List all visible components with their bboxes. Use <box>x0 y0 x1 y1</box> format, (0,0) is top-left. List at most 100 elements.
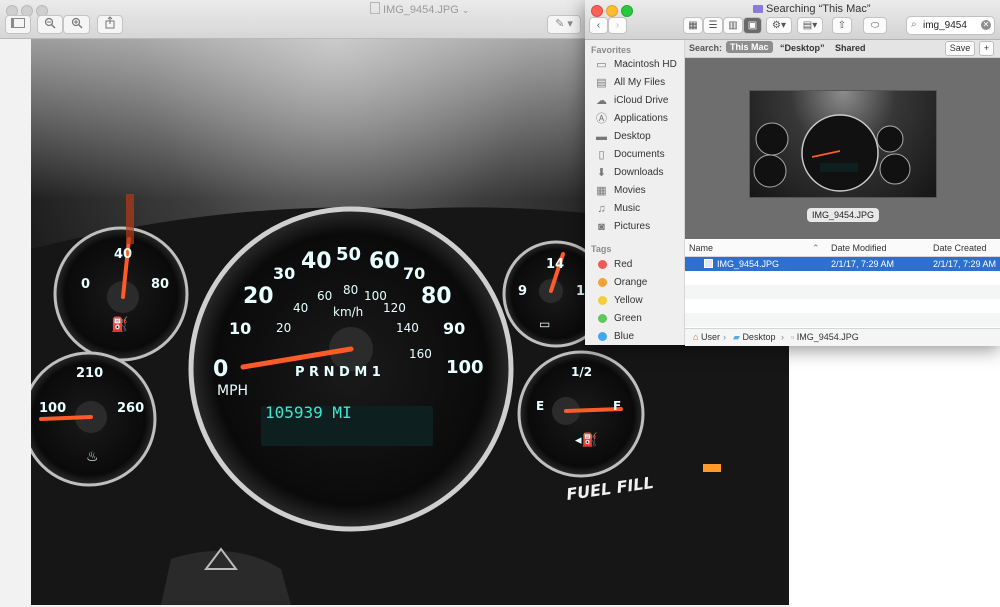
kmh-120: 120 <box>383 301 406 315</box>
scope-this-mac[interactable]: This Mac <box>726 41 773 53</box>
sidebar-item-macintosh-hd[interactable]: ▭ Macintosh HD <box>595 56 683 74</box>
oil-gauge-mid: 40 <box>114 247 133 262</box>
path-item-label: User <box>700 332 720 342</box>
sidebar-item-pictures[interactable]: ◙ Pictures <box>595 218 683 236</box>
chevron-right-icon: › <box>615 20 620 31</box>
arrange-menu-button[interactable]: ▤▾ <box>797 17 823 34</box>
sidebar-item-desktop[interactable]: ▬ Desktop <box>595 128 683 146</box>
zoom-out-button[interactable] <box>37 15 63 34</box>
columns-icon: ▥ <box>728 20 738 31</box>
desktop-icon: ▬ <box>596 131 607 143</box>
fuel-fill-label: FUEL FILL <box>565 472 655 505</box>
icon-view-button[interactable]: ▦ <box>683 17 703 34</box>
chevron-left-icon: ‹ <box>596 20 601 31</box>
markup-button[interactable]: ✎ ▾ <box>547 15 581 34</box>
share-button[interactable] <box>97 15 123 34</box>
sidebar-item-label: Orange <box>614 277 648 288</box>
close-button[interactable] <box>591 5 603 17</box>
sidebar-tag-yellow[interactable]: Yellow <box>595 292 683 310</box>
sidebar-tag-red[interactable]: Red <box>595 256 683 274</box>
column-header-date-modified[interactable]: Date Modified <box>831 243 887 253</box>
save-search-button[interactable]: Save <box>945 41 975 56</box>
sidebar-item-documents[interactable]: ▯ Documents <box>595 146 683 164</box>
cover-flow-button[interactable]: ▣ <box>743 17 762 34</box>
path-item-file[interactable]: ▫ IMG_9454.JPG <box>791 332 859 342</box>
sort-indicator-icon: ⌃ <box>812 243 820 253</box>
path-item-label: IMG_9454.JPG <box>796 332 859 342</box>
sidebar-tag-green[interactable]: Green <box>595 310 683 328</box>
home-icon: ⌂ <box>693 332 699 342</box>
speed-80: 80 <box>421 284 452 309</box>
pictures-icon: ◙ <box>598 221 605 233</box>
sidebar-item-movies[interactable]: ▦ Movies <box>595 182 683 200</box>
sidebar-icon <box>11 18 25 28</box>
smart-folder-icon <box>753 5 763 13</box>
empty-row <box>685 285 1000 299</box>
coolant-icon: ♨ <box>86 449 99 465</box>
action-menu-button[interactable]: ⚙▾ <box>766 17 792 34</box>
kmh-80: 80 <box>343 283 359 297</box>
table-row[interactable]: IMG_9454.JPG 2/1/17, 7:29 AM 2/1/17, 7:2… <box>685 257 1000 271</box>
kmh-20: 20 <box>276 321 292 335</box>
sidebar-item-downloads[interactable]: ⬇ Downloads <box>595 164 683 182</box>
empty-row <box>685 313 1000 327</box>
path-item-label: Desktop <box>742 332 776 342</box>
zoom-in-icon <box>71 17 82 29</box>
sidebar-tag-orange[interactable]: Orange <box>595 274 683 292</box>
window-title-text: IMG_9454.JPG <box>383 4 459 16</box>
all-files-icon: ▤ <box>596 77 607 89</box>
tags-button[interactable]: ⬭ <box>863 17 887 34</box>
oil-gauge-low: 0 <box>81 277 91 292</box>
zoom-in-button[interactable] <box>63 15 90 34</box>
add-criteria-button[interactable]: + <box>979 41 994 56</box>
scope-desktop[interactable]: “Desktop” <box>780 43 825 53</box>
window-title[interactable]: IMG_9454.JPG ⌄ <box>370 2 469 16</box>
sidebar-item-label: Macintosh HD <box>614 59 677 70</box>
zoom-button[interactable] <box>621 5 633 17</box>
speed-60: 60 <box>369 249 400 274</box>
column-header-date-created[interactable]: Date Created <box>933 243 987 253</box>
share-icon <box>105 16 115 29</box>
sidebar-toggle-button[interactable] <box>5 15 31 34</box>
thumbnail-caption: IMG_9454.JPG <box>807 208 880 222</box>
column-view-button[interactable]: ▥ <box>723 17 743 34</box>
oil-gauge-high: 80 <box>151 277 170 292</box>
scope-shared[interactable]: Shared <box>835 43 866 53</box>
search-field[interactable]: ⌕ img_9454 ✕ <box>906 16 995 35</box>
back-button[interactable]: ‹ <box>589 17 608 34</box>
oil-can-icon: ⛽ <box>111 317 129 333</box>
sidebar-item-all-my-files[interactable]: ▤ All My Files <box>595 74 683 92</box>
path-separator: › <box>723 332 726 342</box>
speed-30: 30 <box>273 264 296 283</box>
finder-title-text: Searching “This Mac” <box>766 3 871 15</box>
search-input[interactable]: img_9454 <box>923 20 967 31</box>
column-header-name[interactable]: Name <box>689 243 713 253</box>
image-thumbnail[interactable] <box>749 90 937 198</box>
list-view-button[interactable]: ☰ <box>703 17 723 34</box>
speed-100: 100 <box>446 357 484 378</box>
cover-flow-preview: IMG_9454.JPG <box>685 58 1000 239</box>
empty-row <box>685 299 1000 313</box>
speed-20: 20 <box>243 284 274 309</box>
sidebar-item-icloud-drive[interactable]: ☁ iCloud Drive <box>595 92 683 110</box>
jpg-file-icon <box>704 259 713 268</box>
sidebar-item-label: Applications <box>614 113 668 124</box>
sidebar-item-label: iCloud Drive <box>614 95 669 106</box>
sidebar-item-music[interactable]: ♫ Music <box>595 200 683 218</box>
battery-icon: ▭ <box>539 317 551 331</box>
path-item-user[interactable]: ⌂ User <box>693 332 720 342</box>
search-scope-label: Search: <box>689 43 723 53</box>
sidebar-item-label: Yellow <box>614 295 643 306</box>
clear-search-icon[interactable]: ✕ <box>981 20 991 30</box>
minimize-button[interactable] <box>606 5 618 17</box>
mph-label: MPH <box>217 383 249 399</box>
sidebar-tag-blue[interactable]: Blue <box>595 328 683 346</box>
sidebar-item-applications[interactable]: Ⓐ Applications <box>595 110 683 128</box>
path-separator: › <box>781 332 784 342</box>
forward-button[interactable]: › <box>608 17 627 34</box>
share-button[interactable]: ⇧ <box>832 17 852 34</box>
markup-pen-icon: ✎ ▾ <box>555 18 573 30</box>
list-icon: ☰ <box>708 20 718 31</box>
kmh-60: 60 <box>317 289 333 303</box>
path-item-desktop[interactable]: ▰ Desktop <box>733 332 775 343</box>
